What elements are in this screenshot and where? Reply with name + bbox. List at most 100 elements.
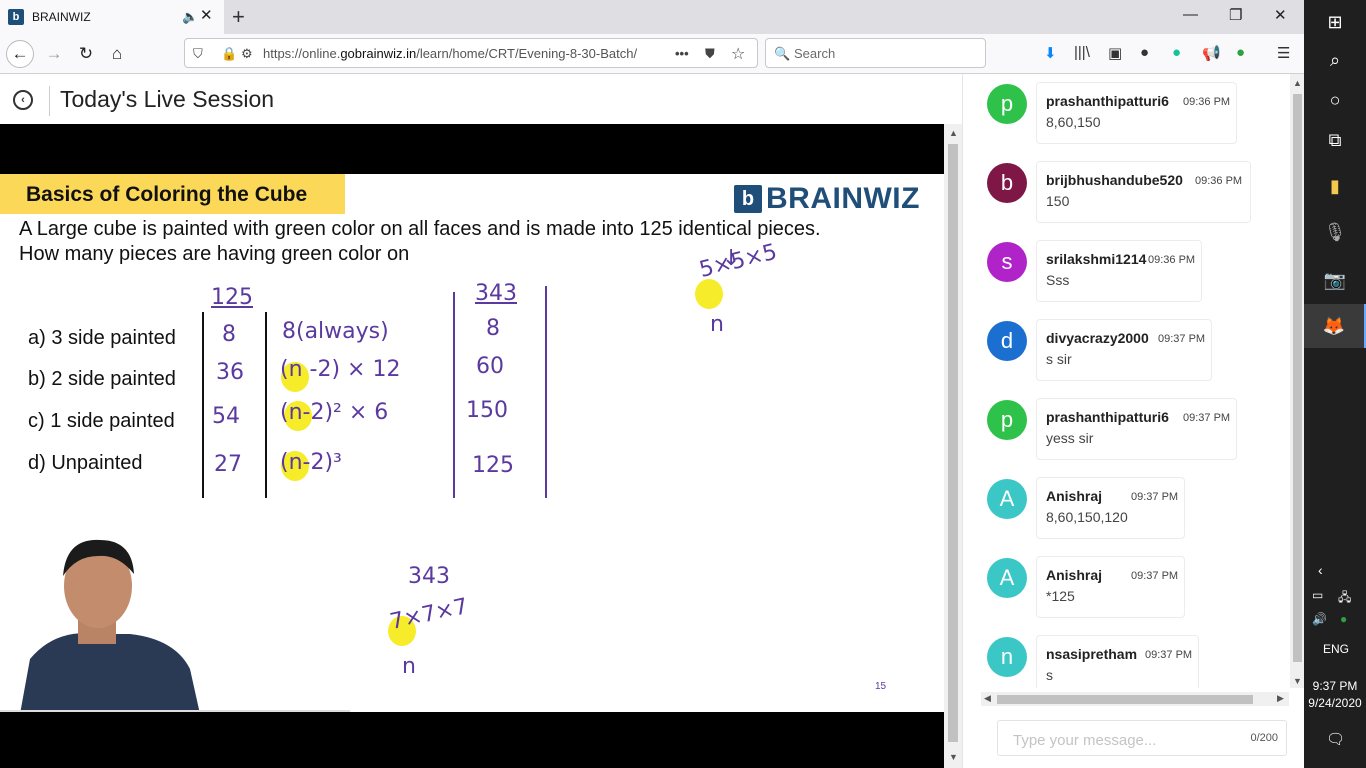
message-time: 09:37 PM	[1158, 333, 1206, 345]
menu-icon[interactable]: ☰	[1277, 44, 1290, 62]
pocket-icon[interactable]: ⛊	[705, 46, 715, 62]
tab-title: BRAINWIZ	[32, 10, 91, 24]
table-divider-2	[265, 312, 267, 498]
microphone-app-icon[interactable]: 🎙	[1304, 210, 1366, 254]
search-icon: 🔍	[774, 46, 791, 61]
sidebar-icon[interactable]: ▣	[1108, 44, 1122, 62]
extension-icon[interactable]: ●	[1236, 44, 1245, 61]
chat-message: s srilakshmi1214 Sss 09:36 PM	[963, 232, 1289, 302]
file-explorer-icon[interactable]: ▮	[1304, 164, 1366, 208]
scroll-right-icon[interactable]: ▶	[1277, 693, 1284, 704]
ink-col3-value: 150	[466, 398, 508, 423]
message-text: s sir	[1046, 351, 1072, 367]
download-icon[interactable]: ⬇	[1044, 44, 1057, 62]
scroll-up-icon[interactable]: ▲	[1293, 78, 1302, 88]
grammarly-icon[interactable]: ●	[1172, 44, 1181, 61]
chat-message-list[interactable]: p prashanthipatturi6 8,60,150 09:36 PM b…	[963, 74, 1289, 688]
close-tab-icon[interactable]: ✕	[200, 6, 213, 24]
message-time: 09:37 PM	[1131, 491, 1179, 503]
ink-divider-4	[545, 286, 547, 498]
scroll-down-icon[interactable]: ▼	[1293, 676, 1302, 686]
permissions-icon[interactable]: ⚙	[241, 46, 253, 62]
sync-icon[interactable]: ●	[1340, 612, 1347, 626]
scrollbar-thumb[interactable]	[997, 695, 1253, 704]
message-time: 09:36 PM	[1195, 175, 1243, 187]
brainwiz-favicon-icon: b	[8, 9, 24, 25]
message-text: Sss	[1046, 272, 1070, 288]
character-counter: 0/200	[1250, 732, 1278, 744]
shield-icon[interactable]: ⛉	[193, 46, 203, 62]
browser-tab[interactable]: b BRAINWIZ 🔈 ✕	[0, 0, 224, 34]
chat-vertical-scrollbar[interactable]: ▲ ▼	[1290, 74, 1305, 688]
network-icon[interactable]: 🖧	[1338, 588, 1351, 609]
page-actions-icon[interactable]: •••	[675, 46, 689, 61]
scroll-left-icon[interactable]: ◀	[984, 693, 991, 704]
notifications-icon[interactable]: 🗨	[1326, 730, 1345, 748]
chat-message: b brijbhushandube520 150 09:36 PM	[963, 153, 1289, 223]
search-icon[interactable]: ⌕	[1304, 38, 1366, 82]
system-clock[interactable]: 9:37 PM 9/24/2020	[1304, 678, 1366, 712]
video-player[interactable]: Basics of Coloring the Cube b BRAINWIZ A…	[0, 124, 944, 768]
bookmark-star-icon[interactable]: ☆	[731, 44, 745, 64]
window-close-icon[interactable]: ✕	[1274, 6, 1287, 24]
browser-tab-strip: b BRAINWIZ 🔈 ✕ + — ❐ ✕	[0, 0, 1304, 34]
brand-name: BRAINWIZ	[766, 182, 920, 215]
firefox-icon[interactable]: 🦊	[1304, 304, 1366, 348]
avatar: b	[987, 163, 1027, 203]
cortana-icon[interactable]: ○	[1304, 78, 1366, 122]
search-box[interactable]: 🔍 Search	[765, 38, 986, 68]
account-icon[interactable]: ●	[1140, 44, 1149, 61]
url-text[interactable]: https://online.gobrainwiz.in/learn/home/…	[263, 46, 667, 61]
message-text: s	[1046, 667, 1053, 683]
restore-icon[interactable]: ❐	[1229, 6, 1242, 24]
chat-message-input[interactable]: Type your message... 0/200	[997, 720, 1287, 756]
ink-bottom-number: 343	[408, 564, 450, 589]
message-bubble: srilakshmi1214 Sss 09:36 PM	[1036, 240, 1202, 302]
message-bubble: Anishraj *125 09:37 PM	[1036, 556, 1185, 618]
minimize-icon[interactable]: —	[1183, 6, 1198, 23]
task-view-icon[interactable]: ⧉	[1304, 118, 1366, 162]
message-time: 09:37 PM	[1183, 412, 1231, 424]
scroll-down-icon[interactable]: ▼	[949, 752, 958, 762]
ink-col1-header: 125	[211, 285, 253, 310]
url-bar[interactable]: ⛉ 🔒 ⚙ https://online.gobrainwiz.in/learn…	[184, 38, 758, 68]
page-scrollbar[interactable]: ▲ ▼	[944, 124, 962, 768]
highlight-mark	[695, 279, 723, 309]
avatar: p	[987, 84, 1027, 124]
scroll-up-icon[interactable]: ▲	[949, 128, 958, 138]
slide-title: Basics of Coloring the Cube	[26, 183, 308, 206]
brand-logo-icon: b	[734, 185, 762, 213]
search-placeholder: Search	[794, 46, 836, 61]
avatar: A	[987, 479, 1027, 519]
clock-date: 9/24/2020	[1308, 696, 1362, 710]
clock-time: 9:37 PM	[1312, 679, 1358, 693]
windows-taskbar: ⊞ ⌕ ○ ⧉ ▮ 🎙 📷 🦊 ‹ ▭ 🖧 🔊 ● ENG 9:37 PM 9/…	[1304, 0, 1366, 768]
speaker-icon[interactable]: 🔈	[182, 9, 198, 25]
library-icon[interactable]: |||\	[1074, 44, 1090, 61]
back-button[interactable]: ←	[6, 40, 34, 68]
home-button[interactable]: ⌂	[103, 40, 131, 68]
message-bubble: brijbhushandube520 150 09:36 PM	[1036, 161, 1251, 223]
ink-col1-value: 54	[212, 404, 240, 429]
message-bubble: prashanthipatturi6 yess sir 09:37 PM	[1036, 398, 1237, 460]
scrollbar-thumb[interactable]	[948, 144, 958, 742]
page-header: ‹ Today's Live Session	[0, 74, 962, 124]
chat-horizontal-scrollbar[interactable]: ◀ ▶	[981, 692, 1289, 706]
new-tab-button[interactable]: +	[232, 4, 245, 30]
scrollbar-thumb[interactable]	[1293, 94, 1302, 662]
forward-button[interactable]: →	[40, 40, 68, 68]
reload-button[interactable]: ↻	[72, 40, 100, 68]
battery-icon[interactable]: ▭	[1312, 588, 1323, 602]
option-a: a) 3 side painted	[28, 327, 176, 349]
lock-icon[interactable]: 🔒	[221, 46, 237, 62]
camera-app-icon[interactable]: 📷	[1304, 258, 1366, 302]
ink-col2-value: (n-2)³	[280, 450, 342, 475]
chat-message: p prashanthipatturi6 yess sir 09:37 PM	[963, 390, 1289, 460]
language-indicator[interactable]: ENG	[1323, 642, 1349, 656]
show-hidden-icons-icon[interactable]: ‹	[1318, 562, 1323, 578]
megaphone-icon[interactable]: 📢	[1202, 44, 1221, 62]
back-circle-icon[interactable]: ‹	[13, 90, 33, 110]
volume-icon[interactable]: 🔊	[1312, 612, 1327, 626]
message-bubble: divyacrazy2000 s sir 09:37 PM	[1036, 319, 1212, 381]
ink-col2-value: 8(always)	[282, 319, 389, 344]
